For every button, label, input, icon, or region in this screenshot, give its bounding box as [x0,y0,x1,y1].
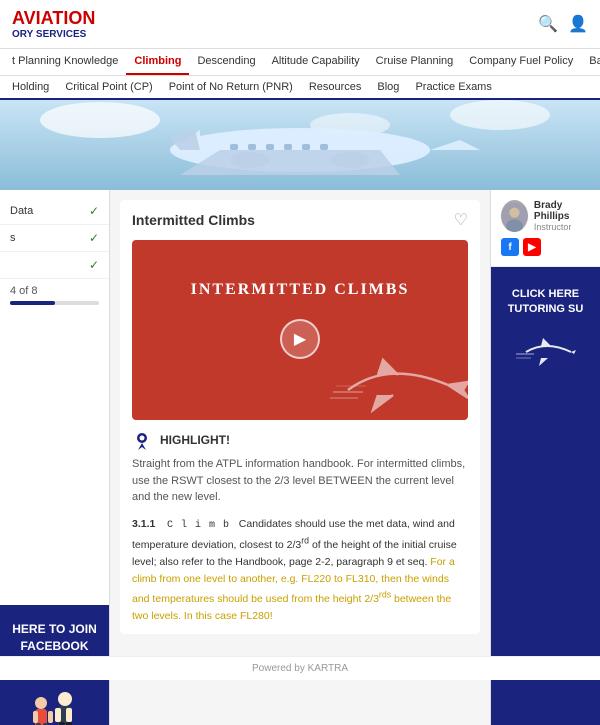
avatar [501,200,528,232]
list-item-label: s [10,232,16,244]
list-item-label: Data [10,205,33,217]
content-card: Intermitted Climbs ♡ Intermitted Climbs … [120,200,480,634]
nav-item-descending[interactable]: Descending [189,49,263,75]
check-icon: ✓ [89,258,99,272]
people-illustration [27,685,82,725]
hero-image [0,100,600,190]
nav-item-basic[interactable]: Basic Flight Plans [581,49,600,75]
highlight-colored-text: For a climb from one level to another, e… [132,556,455,622]
user-icon[interactable]: 👤 [568,14,588,34]
main-layout: Data ✓ s ✓ ✓ 4 of 8 HERE TO JOINFACEBOOK… [0,190,600,725]
search-icon[interactable]: 🔍 [538,14,558,34]
sidebar-join-people [27,685,82,725]
nav-item-holding[interactable]: Holding [4,76,57,98]
list-item-s[interactable]: s ✓ [0,225,109,252]
section-number: 3.1.1 [132,518,155,530]
check-icon: ✓ [89,204,99,218]
instructor-card: Brady Phillips Instructor f ▶ [491,190,600,267]
nav-item-fuel[interactable]: Company Fuel Policy [461,49,581,75]
youtube-icon[interactable]: ▶ [523,238,541,256]
logo-aviation: AVIATION [12,8,95,28]
nav-item-altitude[interactable]: Altitude Capability [264,49,368,75]
highlight-text: Straight from the ATPL information handb… [132,456,468,506]
header: AVIATION ORY SERVICES 🔍 👤 [0,0,600,49]
nav-bar-secondary: Holding Critical Point (CP) Point of No … [0,76,600,100]
logo: AVIATION ORY SERVICES [12,8,95,40]
sidebar-list: Data ✓ s ✓ ✓ 4 of 8 [0,190,109,605]
check-icon: ✓ [89,231,99,245]
nav-item-climbing[interactable]: Climbing [126,49,189,75]
nav-item-pnr[interactable]: Point of No Return (PNR) [161,76,301,98]
list-item-data[interactable]: Data ✓ [0,198,109,225]
instructor-role: Instructor [534,222,590,232]
progress-label: 4 of 8 [10,285,38,297]
nav-item-resources[interactable]: Resources [301,76,370,98]
list-item-empty[interactable]: ✓ [0,252,109,279]
video-thumbnail[interactable]: Intermitted Climbs ▶ [132,240,468,420]
sidebar-progress: 4 of 8 [0,279,109,311]
instructor-name: Brady Phillips [534,200,590,222]
social-icons: f ▶ [501,238,590,256]
highlight-description: Straight from the ATPL information handb… [132,458,465,503]
content-header: Intermitted Climbs ♡ [120,200,480,240]
footer: Powered by KARTRA [0,656,600,680]
nav-bar-primary: t Planning Knowledge Climbing Descending… [0,49,600,76]
nav-item-planning[interactable]: t Planning Knowledge [4,49,126,75]
video-plane-logo [328,340,468,420]
instructor-top: Brady Phillips Instructor [501,200,590,232]
logo-sub: ORY SERVICES [12,29,95,40]
play-button[interactable]: ▶ [280,319,320,359]
favorite-icon[interactable]: ♡ [454,210,468,230]
highlight-section: HIGHLIGHT! Straight from the ATPL inform… [120,420,480,634]
nav-item-cp[interactable]: Critical Point (CP) [57,76,160,98]
facebook-icon[interactable]: f [501,238,519,256]
nav-item-exams[interactable]: Practice Exams [407,76,499,98]
footer-text: Powered by KARTRA [252,663,348,674]
nav-item-cruise[interactable]: Cruise Planning [368,49,462,75]
climb-word: C l i m b [167,520,230,531]
instructor-info: Brady Phillips Instructor [534,200,590,232]
header-icons: 🔍 👤 [538,14,588,34]
sidebar-right: Brady Phillips Instructor f ▶ CLICK HERE… [490,190,600,725]
nav-item-blog[interactable]: Blog [369,76,407,98]
tutoring-plane-icon [516,332,576,381]
highlight-label: HIGHLIGHT! [160,433,230,447]
handbook-body: Candidates should use the met data, wind… [132,518,457,622]
content-title: Intermitted Climbs [132,212,255,228]
progress-bar-fill [10,301,55,305]
tutoring-text: CLICK HERETUTORING SU [508,287,584,318]
location-pin [132,430,152,450]
highlight-marker: HIGHLIGHT! [132,430,468,450]
handbook-section: 3.1.1 C l i m b Candidates should use th… [132,516,468,625]
progress-bar-wrap [10,301,99,305]
sidebar-left: Data ✓ s ✓ ✓ 4 of 8 HERE TO JOINFACEBOOK… [0,190,110,725]
video-title: Intermitted Climbs [191,281,410,299]
content-center: Intermitted Climbs ♡ Intermitted Climbs … [110,190,490,725]
